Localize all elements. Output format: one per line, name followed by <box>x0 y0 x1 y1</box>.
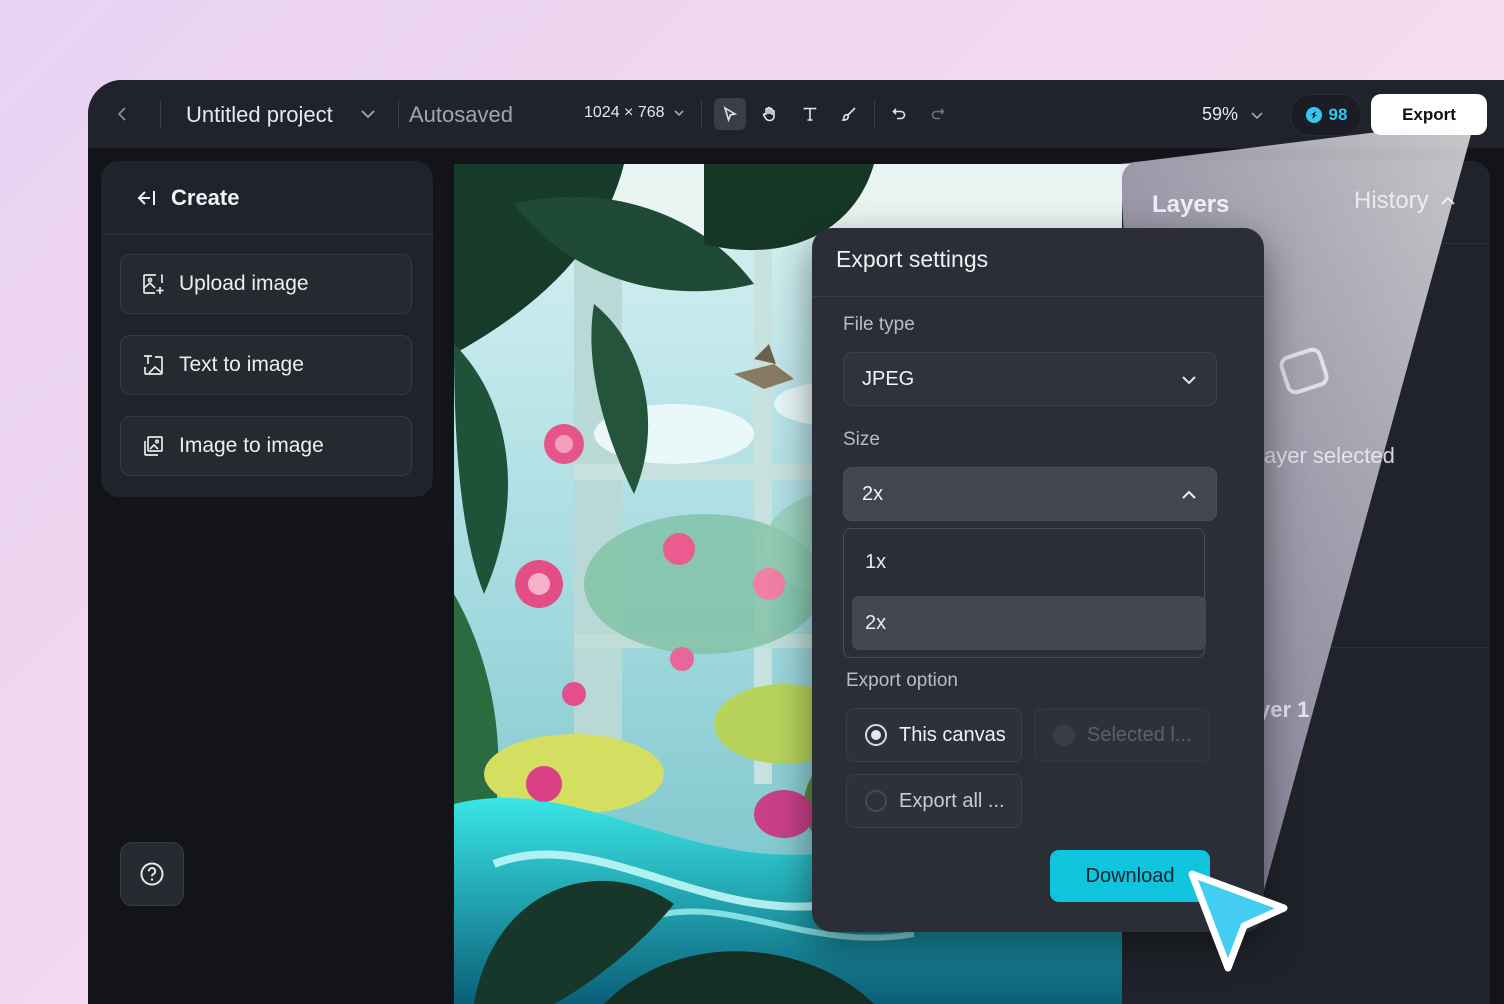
size-label: Size <box>843 429 880 450</box>
credits-count: 98 <box>1328 105 1348 124</box>
upload-image-icon <box>143 274 164 294</box>
file-type-value: JPEG <box>862 367 915 390</box>
file-type-label: File type <box>843 314 915 335</box>
text-icon <box>803 107 817 121</box>
canvas-size-selector[interactable]: 1024 × 768 <box>584 104 685 122</box>
text-tool-button[interactable] <box>794 98 826 130</box>
option-selected-layers[interactable]: Selected l... <box>1034 708 1210 762</box>
export-button[interactable]: Export <box>1371 94 1487 135</box>
hand-icon <box>762 106 775 122</box>
image-to-image-icon <box>144 436 163 456</box>
image-to-image-label: Image to image <box>179 434 324 457</box>
help-circle-icon <box>140 862 164 886</box>
zoom-value: 59% <box>1202 104 1239 124</box>
upload-image-button[interactable]: Upload image <box>120 254 412 314</box>
hand-tool-button[interactable] <box>753 98 785 130</box>
export-option-label: Export option <box>846 670 958 691</box>
tab-history[interactable]: History <box>1354 187 1457 215</box>
text-to-image-icon <box>144 355 163 375</box>
project-name[interactable]: Untitled project <box>186 102 333 128</box>
dialog-title: Export settings <box>836 246 989 272</box>
undo-button[interactable] <box>883 98 915 130</box>
brush-icon <box>841 107 856 121</box>
tab-history-label: History <box>1354 187 1429 214</box>
credits-badge[interactable]: 98 <box>1290 94 1362 136</box>
option-export-all[interactable]: Export all ... <box>846 774 1022 828</box>
create-panel: Create Upload image Text to image Image … <box>101 161 433 497</box>
empty-layers-icon <box>1279 347 1329 395</box>
redo-button[interactable] <box>922 98 954 130</box>
size-dropdown: 1x 2x <box>843 528 1206 658</box>
text-to-image-button[interactable]: Text to image <box>120 335 412 395</box>
create-header[interactable]: Create <box>135 185 239 211</box>
file-type-select[interactable]: JPEG <box>843 352 1217 406</box>
project-menu-button[interactable] <box>352 98 384 130</box>
select-arrow-icon <box>723 106 738 122</box>
radio-unselected-icon <box>865 790 887 812</box>
credits-icon <box>1305 107 1322 123</box>
chevron-up-icon <box>1440 196 1455 205</box>
undo-icon <box>892 108 906 120</box>
upload-image-label: Upload image <box>179 272 309 295</box>
help-button[interactable] <box>120 842 184 906</box>
image-to-image-button[interactable]: Image to image <box>120 416 412 476</box>
save-status: Autosaved <box>409 102 513 127</box>
chevron-left-icon <box>117 107 126 121</box>
text-to-image-label: Text to image <box>179 353 304 376</box>
chevron-down-icon <box>1182 376 1196 385</box>
pointer-cursor-icon <box>1188 870 1288 972</box>
collapse-left-icon <box>137 191 155 205</box>
empty-state-text: ayer selected <box>1264 443 1395 468</box>
select-tool-button[interactable] <box>714 98 746 130</box>
canvas-size-value: 1024 × 768 <box>584 104 665 121</box>
app-window: Untitled project Autosaved 1024 × 768 59… <box>88 80 1504 1004</box>
brush-tool-button[interactable] <box>833 98 865 130</box>
size-option-1x[interactable]: 1x <box>852 535 1206 589</box>
option-this-canvas[interactable]: This canvas <box>846 708 1022 762</box>
zoom-selector[interactable]: 59% <box>1202 104 1264 125</box>
chevron-down-icon <box>673 110 684 117</box>
redo-icon <box>931 108 945 120</box>
option-selected-layers-label: Selected l... <box>1087 723 1192 746</box>
size-value: 2x <box>862 482 884 505</box>
back-button[interactable] <box>107 98 139 130</box>
option-this-canvas-label: This canvas <box>899 723 1006 746</box>
layer-item[interactable]: yer 1 <box>1258 697 1309 723</box>
radio-selected-icon <box>865 724 887 746</box>
radio-disabled-icon <box>1053 724 1075 746</box>
size-option-2x[interactable]: 2x <box>852 596 1206 650</box>
chevron-up-icon <box>1182 490 1196 499</box>
size-select[interactable]: 2x <box>843 467 1217 521</box>
tab-layers[interactable]: Layers <box>1152 191 1229 219</box>
top-toolbar: Untitled project Autosaved 1024 × 768 59… <box>88 80 1504 149</box>
chevron-down-icon <box>361 110 375 119</box>
export-settings-dialog: Export settings File type JPEG Size 2x 1… <box>812 228 1264 932</box>
chevron-down-icon <box>1251 111 1263 119</box>
option-export-all-label: Export all ... <box>899 789 1005 812</box>
create-title: Create <box>171 185 240 210</box>
